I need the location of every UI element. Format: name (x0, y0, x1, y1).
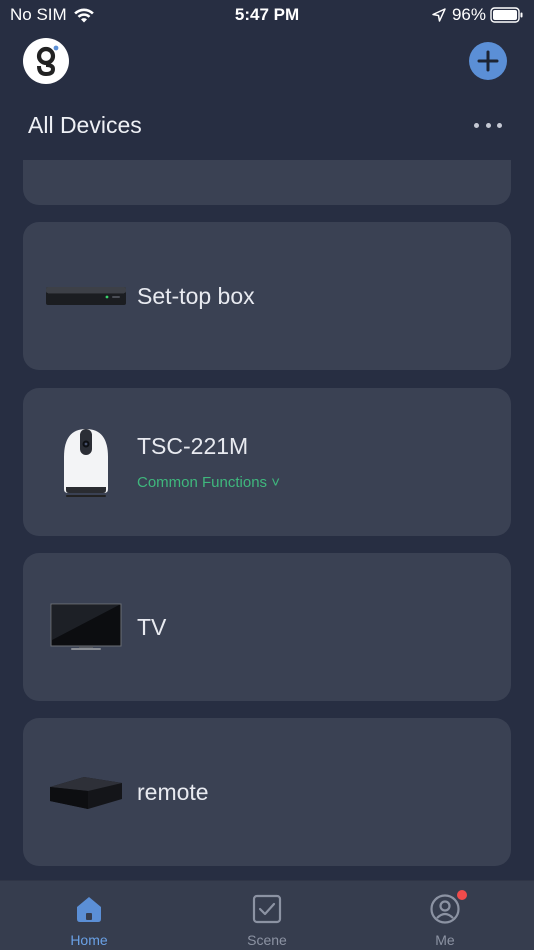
tab-bar: Home Scene Me (0, 880, 534, 950)
set-top-box-image (45, 256, 127, 336)
more-options-button[interactable] (472, 114, 504, 136)
device-name: remote (137, 779, 209, 805)
common-functions-link[interactable]: Common Functions ˅ (137, 474, 280, 491)
notification-badge (457, 890, 467, 900)
device-name: Set-top box (137, 283, 255, 309)
app-logo[interactable] (23, 38, 69, 84)
device-card-partial[interactable] (23, 160, 511, 205)
tab-scene[interactable]: Scene (178, 881, 356, 950)
tab-home[interactable]: Home (0, 881, 178, 950)
g-logo-icon (36, 45, 59, 77)
tab-label: Scene (247, 932, 287, 948)
page-title: All Devices (28, 112, 142, 138)
device-card-remote[interactable]: remote (23, 718, 511, 866)
home-icon (77, 897, 101, 922)
status-right: 96% (432, 5, 524, 25)
user-circle-icon (430, 894, 460, 924)
tab-label: Me (435, 932, 455, 948)
device-card-set-top-box[interactable]: Set-top box (23, 222, 511, 370)
device-name: TV (137, 614, 167, 640)
ir-remote-hub-image (45, 752, 127, 832)
plus-circle-icon (477, 50, 499, 72)
tv-image (45, 587, 127, 667)
add-device-button[interactable] (469, 42, 507, 80)
device-list[interactable]: Set-top box TSC-221M Common Functions ˅ (0, 160, 534, 880)
status-bar: No SIM 5:47 PM 96% (0, 0, 534, 30)
camera-image (45, 422, 127, 502)
ellipsis-icon (474, 122, 479, 128)
checkbox-icon (252, 894, 282, 924)
location-arrow-icon (432, 8, 446, 22)
battery-percent: 96% (451, 5, 486, 24)
battery-icon (490, 7, 523, 23)
app-screen: No SIM 5:47 PM 96% All Devices Set-top b… (0, 0, 534, 950)
tab-me[interactable]: Me (356, 881, 534, 950)
device-card-tsc-221m[interactable]: TSC-221M Common Functions ˅ (23, 388, 511, 536)
tab-label: Home (70, 932, 108, 948)
device-card-tv[interactable]: TV (23, 553, 511, 701)
device-name: TSC-221M (137, 433, 249, 459)
